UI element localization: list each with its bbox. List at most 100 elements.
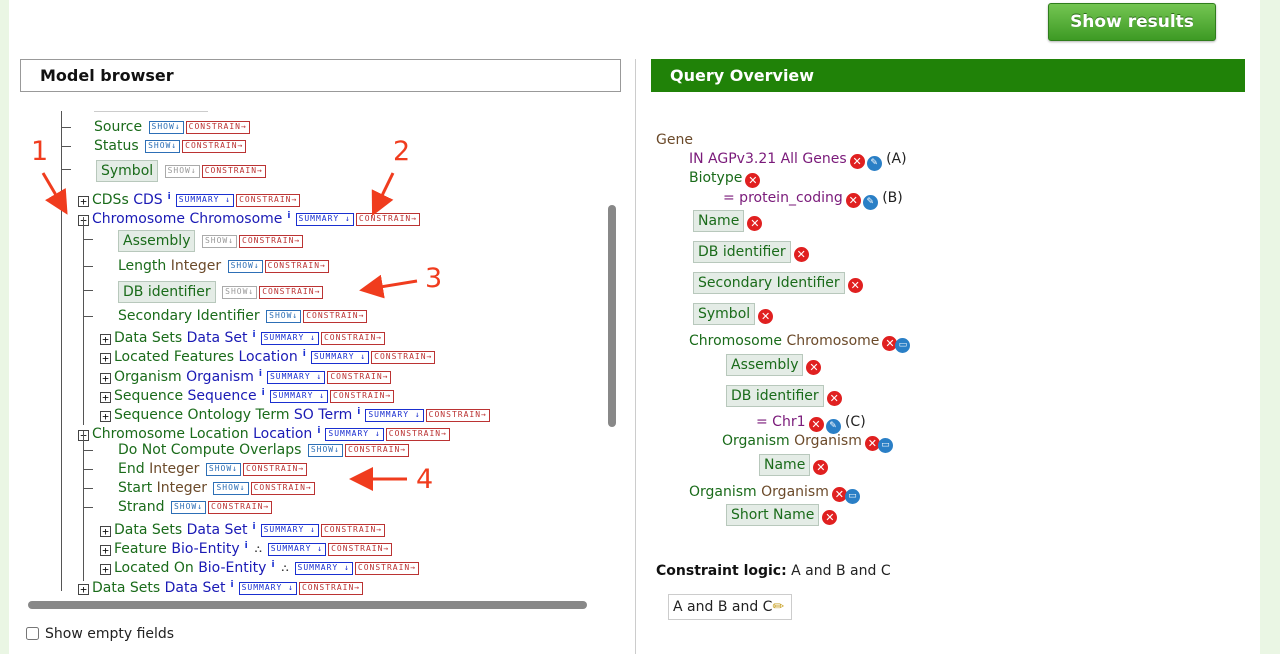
summary-button[interactable]: SUMMARY ↓ — [294, 562, 353, 575]
expand-icon[interactable]: + — [78, 584, 89, 595]
constrain-button[interactable]: CONSTRAIN→ — [239, 235, 304, 248]
constrain-button[interactable]: CONSTRAIN→ — [385, 428, 450, 441]
summary-button[interactable]: SUMMARY ↓ — [267, 543, 327, 556]
summary-button[interactable]: SUMMARY ↓ — [325, 428, 384, 441]
constrain-button[interactable]: CONSTRAIN→ — [371, 351, 436, 364]
expand-icon[interactable]: + — [100, 334, 111, 345]
outer-join-icon[interactable]: ▭ — [844, 489, 860, 504]
tree-connector-line — [83, 217, 84, 425]
outer-join-icon[interactable]: ▭ — [877, 438, 893, 453]
tree-row-name: Secondary Identifier — [118, 308, 260, 324]
expand-icon[interactable]: + — [78, 196, 89, 207]
constraint-logic-editor[interactable]: A and B and C✏ — [668, 594, 792, 620]
show-button[interactable]: SHOW↓ — [222, 286, 258, 299]
remove-icon[interactable]: ✕ — [849, 154, 865, 169]
constrain-button[interactable]: CONSTRAIN→ — [201, 165, 266, 178]
show-button[interactable]: SHOW↓ — [307, 444, 343, 457]
info-icon[interactable]: i — [253, 518, 256, 537]
summary-button[interactable]: SUMMARY ↓ — [310, 351, 370, 364]
summary-button[interactable]: SUMMARY ↓ — [266, 371, 326, 384]
constrain-button[interactable]: CONSTRAIN→ — [354, 562, 420, 575]
outer-join-icon[interactable]: ▭ — [895, 338, 911, 353]
remove-icon[interactable]: ✕ — [806, 360, 822, 375]
tree-row-type: Organism — [186, 369, 254, 385]
summary-button[interactable]: SUMMARY ↓ — [269, 390, 329, 403]
info-icon[interactable]: i — [231, 576, 234, 595]
show-empty-fields-toggle[interactable]: Show empty fields — [26, 626, 174, 642]
remove-icon[interactable]: ✕ — [813, 460, 829, 475]
show-button[interactable]: SHOW↓ — [145, 140, 181, 153]
constrain-button[interactable]: CONSTRAIN→ — [320, 332, 386, 345]
info-icon[interactable]: i — [317, 422, 320, 441]
remove-icon[interactable]: ✕ — [745, 173, 761, 188]
summary-button[interactable]: SUMMARY ↓ — [260, 332, 319, 345]
expand-icon[interactable]: + — [100, 564, 111, 575]
query-view-field: Secondary Identifier ✕ — [693, 272, 863, 294]
expand-icon[interactable]: + — [100, 353, 111, 364]
info-icon[interactable]: i — [259, 365, 262, 384]
constrain-button[interactable]: CONSTRAIN→ — [236, 194, 301, 207]
show-button[interactable]: SHOW↓ — [213, 482, 249, 495]
tree-horizontal-scrollbar[interactable] — [28, 601, 587, 609]
tree-row: + Data Sets Data Set i SUMMARY ↓ CONSTRAIN→ — [100, 326, 386, 346]
info-icon[interactable]: i — [303, 345, 306, 364]
remove-icon[interactable]: ✕ — [758, 309, 774, 324]
show-results-button[interactable]: Show results — [1048, 3, 1216, 41]
constrain-button[interactable]: CONSTRAIN→ — [327, 371, 392, 384]
constrain-button[interactable]: CONSTRAIN→ — [242, 463, 308, 476]
info-icon[interactable]: i — [262, 384, 265, 403]
show-button[interactable]: SHOW↓ — [205, 463, 241, 476]
constrain-button[interactable]: CONSTRAIN→ — [344, 444, 410, 457]
show-button[interactable]: SHOW↓ — [148, 121, 184, 134]
show-button[interactable]: SHOW↓ — [170, 501, 207, 514]
expand-icon[interactable]: + — [100, 411, 111, 422]
show-button[interactable]: SHOW↓ — [266, 310, 302, 323]
model-browser-tree[interactable]: Source SHOW↓ CONSTRAIN→ Status SHOW↓ CONSTR… — [24, 111, 620, 611]
constrain-button[interactable]: CONSTRAIN→ — [425, 409, 490, 422]
summary-button[interactable]: SUMMARY ↓ — [365, 409, 424, 422]
summary-button[interactable]: SUMMARY ↓ — [295, 213, 354, 226]
constrain-button[interactable]: CONSTRAIN→ — [320, 524, 386, 537]
expand-icon[interactable]: + — [100, 392, 111, 403]
show-button[interactable]: SHOW↓ — [201, 235, 238, 248]
remove-icon[interactable]: ✕ — [793, 247, 809, 262]
constrain-button[interactable]: CONSTRAIN→ — [328, 543, 393, 556]
edit-icon[interactable]: ✎ — [862, 195, 878, 210]
summary-button[interactable]: SUMMARY ↓ — [238, 582, 297, 595]
remove-icon[interactable]: ✕ — [747, 216, 763, 231]
remove-icon[interactable]: ✕ — [847, 278, 863, 293]
remove-icon[interactable]: ✕ — [826, 391, 842, 406]
constrain-button[interactable]: CONSTRAIN→ — [330, 390, 395, 403]
summary-button[interactable]: SUMMARY ↓ — [175, 194, 235, 207]
info-icon[interactable]: i — [271, 556, 274, 575]
constrain-button[interactable]: CONSTRAIN→ — [250, 482, 315, 495]
constrain-button[interactable]: CONSTRAIN→ — [355, 213, 421, 226]
expand-icon[interactable]: + — [100, 545, 111, 556]
remove-icon[interactable]: ✕ — [822, 510, 838, 525]
info-icon[interactable]: i — [168, 188, 171, 207]
show-empty-fields-checkbox[interactable] — [26, 627, 39, 640]
constrain-button[interactable]: CONSTRAIN→ — [298, 582, 364, 595]
edit-icon[interactable]: ✎ — [866, 156, 882, 171]
constrain-button[interactable]: CONSTRAIN→ — [259, 286, 324, 299]
show-button[interactable]: SHOW↓ — [227, 260, 263, 273]
tree-row-type: Bio-Entity — [198, 560, 267, 576]
info-icon[interactable]: i — [253, 326, 256, 345]
expand-icon[interactable]: + — [100, 526, 111, 537]
summary-button[interactable]: SUMMARY ↓ — [260, 524, 319, 537]
remove-icon[interactable]: ✕ — [845, 193, 861, 208]
expand-icon[interactable]: + — [100, 373, 111, 384]
info-icon[interactable]: i — [357, 403, 360, 422]
constrain-button[interactable]: CONSTRAIN→ — [208, 501, 273, 514]
constrain-button[interactable]: CONSTRAIN→ — [185, 121, 250, 134]
tree-top-divider — [94, 111, 208, 112]
tree-vertical-scrollbar[interactable] — [608, 205, 616, 427]
constrain-button[interactable]: CONSTRAIN→ — [182, 140, 247, 153]
constrain-button[interactable]: CONSTRAIN→ — [264, 260, 329, 273]
info-icon[interactable]: i — [287, 207, 290, 226]
tree-connector-line — [83, 507, 93, 508]
remove-icon[interactable]: ✕ — [808, 417, 824, 432]
constrain-button[interactable]: CONSTRAIN→ — [303, 310, 368, 323]
show-button[interactable]: SHOW↓ — [164, 165, 200, 178]
info-icon[interactable]: i — [245, 537, 248, 556]
